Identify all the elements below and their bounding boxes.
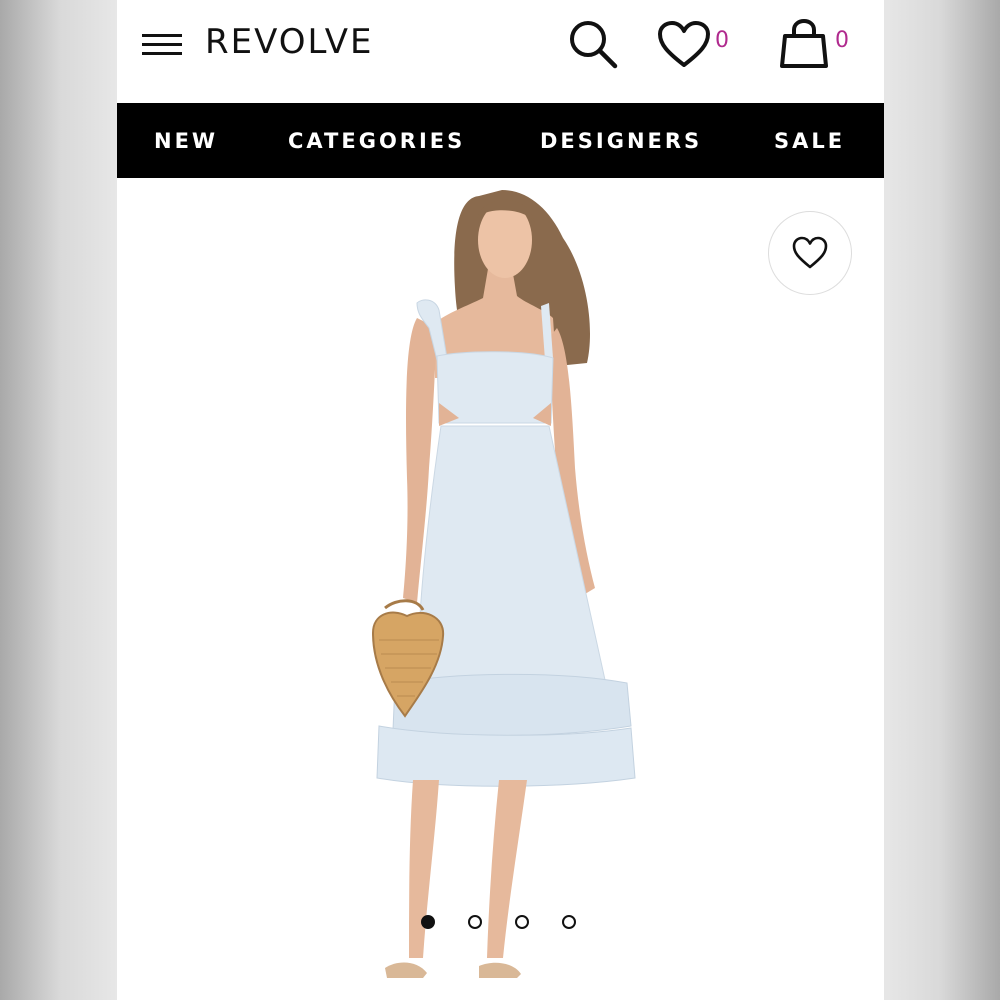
nav-item-designers[interactable]: DESIGNERS <box>540 129 702 153</box>
nav-item-categories[interactable]: CATEGORIES <box>288 129 465 153</box>
hamburger-menu-icon[interactable] <box>142 32 184 58</box>
nav-item-new[interactable]: NEW <box>154 129 218 153</box>
nav-item-sale[interactable]: SALE <box>774 129 845 153</box>
carousel-pagination <box>421 915 591 933</box>
carousel-dot-1[interactable] <box>421 915 435 929</box>
category-navbar: NEW CATEGORIES DESIGNERS SALE <box>117 103 884 178</box>
carousel-dot-4[interactable] <box>562 915 576 929</box>
add-to-favorites-button[interactable] <box>768 211 852 295</box>
product-photo <box>371 190 636 978</box>
search-icon[interactable] <box>567 18 619 70</box>
heart-outline-icon <box>792 236 828 269</box>
shopping-bag-icon <box>780 18 828 68</box>
carousel-dot-2[interactable] <box>468 915 482 929</box>
carousel-dot-3[interactable] <box>515 915 529 929</box>
bag-count: 0 <box>835 28 849 53</box>
top-header: REVOLVE 0 0 <box>117 0 884 103</box>
product-image-carousel[interactable] <box>117 178 884 1000</box>
heart-icon <box>658 21 710 67</box>
brand-logo[interactable]: REVOLVE <box>205 22 373 62</box>
shopping-bag-button[interactable]: 0 <box>777 18 857 74</box>
wishlist-button[interactable]: 0 <box>657 20 737 72</box>
wishlist-count: 0 <box>715 28 729 53</box>
app-frame: REVOLVE 0 0 NEW CATEGORIES DESIGNERS SAL… <box>117 0 884 1000</box>
